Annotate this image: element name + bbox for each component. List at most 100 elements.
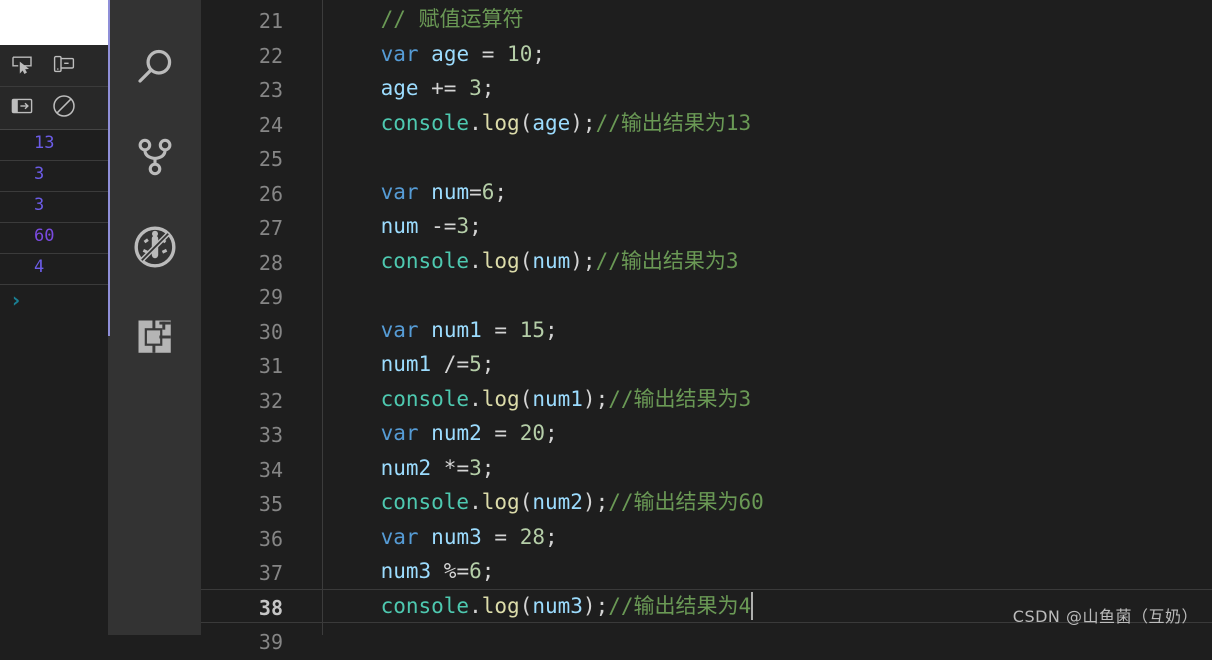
code-token-punct: ; — [544, 421, 558, 445]
code-line[interactable]: console.log(num);//输出结果为3 — [330, 244, 739, 279]
line-number: 36 — [258, 526, 283, 551]
line-number: 25 — [258, 147, 283, 171]
line-number: 24 — [258, 112, 283, 137]
activity-bar-item-search[interactable] — [108, 36, 201, 98]
code-line[interactable]: num3 %=6; — [330, 554, 495, 589]
line-number: 28 — [258, 250, 283, 275]
console-output-value: 3 — [34, 195, 45, 215]
code-token-punct: . — [469, 386, 482, 411]
devtools-panel: t 13 3 3 60 4 › — [0, 0, 110, 635]
code-token-op: = — [469, 179, 482, 204]
code-token-var: num1 — [532, 386, 583, 411]
code-token-op: = — [481, 421, 520, 445]
devtools-console-toolbar: t — [0, 87, 108, 209]
code-token-punct: ; — [481, 455, 495, 480]
code-token-punct: ; — [481, 352, 495, 376]
device-toolbar-icon — [52, 52, 76, 80]
code-token-var: num1 — [431, 317, 482, 342]
clear-console-button[interactable] — [48, 93, 80, 123]
run-and-debug-icon — [131, 223, 179, 271]
code-line[interactable]: var num1 = 15; — [330, 313, 558, 348]
code-token-punct: ; — [481, 76, 495, 100]
code-token-punct: ; — [544, 317, 558, 342]
inspect-element-icon — [10, 52, 34, 80]
code-token-punct: ); — [582, 593, 609, 618]
line-number: 35 — [258, 492, 283, 516]
line-number: 30 — [258, 319, 283, 344]
toggle-device-toolbar-button[interactable] — [48, 51, 80, 81]
code-token-punct: ( — [519, 386, 533, 411]
code-line[interactable]: console.log(num3);//输出结果为4 — [330, 589, 752, 624]
gutter-separator — [322, 0, 323, 635]
console-output-row[interactable]: 13 — [0, 130, 108, 161]
code-token-op: *= — [431, 455, 470, 480]
code-token-cmt: //输出结果为13 — [595, 110, 752, 135]
code-token-obj: console — [380, 110, 470, 135]
console-output-row[interactable]: 3 — [0, 192, 108, 223]
activity-bar-item-source-control[interactable] — [108, 126, 201, 188]
line-number: 37 — [258, 561, 283, 585]
code-line[interactable]: console.log(age);//输出结果为13 — [330, 106, 752, 141]
code-line[interactable]: num -=3; — [330, 209, 482, 244]
line-number: 39 — [258, 630, 283, 654]
code-token-ind — [330, 525, 381, 549]
line-number: 34 — [258, 457, 283, 482]
line-number: 33 — [258, 423, 283, 447]
code-line[interactable]: num1 /=5; — [330, 347, 495, 382]
code-line[interactable]: var num3 = 28; — [330, 520, 558, 555]
code-token-num: 6 — [481, 179, 495, 204]
code-token-fn: log — [481, 110, 520, 135]
code-token-ind — [330, 42, 381, 66]
console-sidebar-toggle-button[interactable] — [6, 93, 38, 123]
code-line[interactable]: // 赋值运算符 — [330, 2, 524, 37]
code-token-op: += — [418, 76, 470, 100]
inspect-element-button[interactable] — [6, 51, 38, 81]
code-token-punct: . — [469, 490, 482, 514]
csdn-watermark: CSDN @山鱼菌（互奶） — [1012, 607, 1198, 626]
code-token-var: num — [380, 214, 419, 238]
code-content-area[interactable]: // 赋值运算符 var age = 10; age += 3; console… — [330, 0, 1212, 635]
code-token-punct: ( — [519, 248, 533, 273]
console-output-row[interactable]: 4 — [0, 254, 108, 285]
code-token-punct: ; — [469, 214, 482, 238]
console-output-row[interactable]: 60 — [0, 223, 108, 254]
code-token-ind — [330, 180, 381, 204]
code-token-ind — [330, 456, 381, 480]
code-line[interactable]: num2 *=3; — [330, 451, 495, 486]
console-prompt-chevron-icon: › — [12, 288, 21, 312]
code-token-punct: . — [469, 110, 482, 135]
code-line[interactable]: var num2 = 20; — [330, 416, 558, 451]
code-token-var: num — [532, 248, 571, 273]
code-token-num: 3 — [456, 214, 470, 238]
code-token-punct: ; — [544, 524, 558, 549]
code-token-ind — [330, 76, 381, 100]
line-number: 23 — [258, 78, 283, 102]
devtools-console-output[interactable]: 13 3 3 60 4 › — [0, 130, 108, 635]
code-token-num: 5 — [469, 352, 482, 376]
code-token-ind — [330, 111, 381, 135]
line-number: 32 — [258, 388, 283, 413]
code-line[interactable]: console.log(num2);//输出结果为60 — [330, 485, 764, 520]
code-line[interactable]: age += 3; — [330, 71, 495, 106]
code-token-ind — [330, 249, 381, 273]
code-token-op — [419, 180, 432, 204]
console-prompt-row[interactable]: › — [0, 285, 108, 316]
activity-bar-item-extensions[interactable] — [108, 306, 201, 368]
browser-page-viewport — [0, 0, 108, 45]
code-token-ind — [330, 387, 381, 411]
console-output-row[interactable]: 3 — [0, 161, 108, 192]
devtools-panel-edge — [108, 0, 110, 336]
code-token-var: num1 — [380, 352, 432, 376]
code-line[interactable]: var age = 10; — [330, 37, 545, 72]
code-token-num: 20 — [519, 421, 545, 445]
vscode-editor-window: 21 22 23 24 25 26 27 28 29 30 31 32 33 34 35 36 37 38 39 /… — [0, 0, 1212, 654]
code-token-punct: ; — [481, 559, 495, 583]
code-token-num: 3 — [469, 76, 482, 100]
line-number: 29 — [258, 285, 283, 309]
code-line[interactable]: console.log(num1);//输出结果为3 — [330, 382, 752, 417]
line-number: 26 — [258, 181, 283, 206]
code-line[interactable]: var num=6; — [330, 175, 508, 210]
code-token-obj: console — [380, 386, 470, 411]
activity-bar-item-run-and-debug[interactable] — [108, 216, 201, 278]
code-token-punct: ; — [494, 179, 508, 204]
